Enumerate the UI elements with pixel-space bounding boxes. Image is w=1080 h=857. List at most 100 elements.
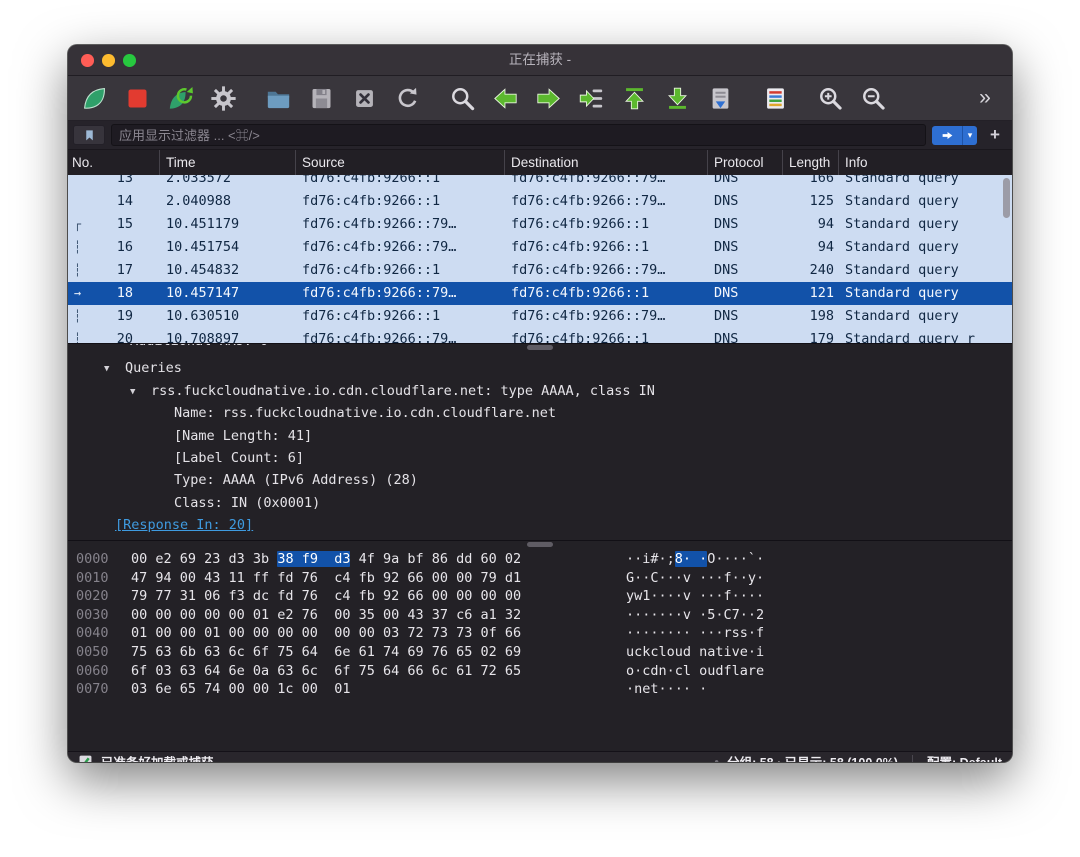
packet-row[interactable]: ┌1510.451179fd76:c4fb:9266::79…fd76:c4fb… (68, 213, 1012, 236)
packet-row[interactable]: ┆1710.454832fd76:c4fb:9266::1fd76:c4fb:9… (68, 259, 1012, 282)
packet-source-cell: fd76:c4fb:9266::1 (296, 305, 505, 328)
zoom-window-button[interactable] (123, 54, 136, 67)
expert-info-icon[interactable] (78, 754, 93, 762)
hex-row[interactable]: 001047 94 00 43 11 ff fd 76 c4 fb 92 66 … (68, 569, 1012, 588)
column-header-info[interactable]: Info (839, 150, 1012, 175)
filter-dropdown-button[interactable]: ▾ (962, 126, 977, 145)
hex-text: ··i#·; (626, 551, 675, 567)
detail-line[interactable]: ▼rss.fuckcloudnative.io.cdn.cloudflare.n… (68, 380, 1012, 402)
hex-offset: 0010 (76, 569, 131, 588)
column-header-destination[interactable]: Destination (505, 150, 708, 175)
detail-line[interactable]: Class: IN (0x0001) (68, 492, 1012, 514)
find-packet-icon (449, 85, 477, 112)
detail-text: Queries (125, 360, 182, 376)
detail-line[interactable]: Name: rss.fuckcloudnative.io.cdn.cloudfl… (68, 402, 1012, 424)
response-in-link[interactable]: [Response In: 20] (115, 517, 253, 533)
capture-options-button[interactable] (209, 83, 239, 113)
auto-scroll-button[interactable] (706, 83, 736, 113)
ascii-bytes: uckcloud native·i (626, 644, 764, 660)
packet-row[interactable]: ┆2010.708897fd76:c4fb:9266::79…fd76:c4fb… (68, 328, 1012, 343)
packet-row[interactable]: →1810.457147fd76:c4fb:9266::79…fd76:c4fb… (68, 282, 1012, 305)
hex-row[interactable]: 002079 77 31 06 f3 dc fd 76 c4 fb 92 66 … (68, 587, 1012, 606)
hex-bytes: 00 e2 69 23 d3 3b 38 f9 d3 4f 9a bf 86 d… (131, 550, 626, 569)
stop-capture-button[interactable] (123, 83, 153, 113)
detail-line[interactable]: Type: AAAA (IPv6 Address) (28) (68, 469, 1012, 491)
packet-info-cell: Standard query (839, 305, 1012, 328)
packet-info-cell: Standard query (839, 282, 1012, 305)
go-forward-button[interactable] (534, 83, 564, 113)
overflow-chevron-icon: » (971, 85, 999, 111)
reload-file-button[interactable] (393, 83, 423, 113)
hex-row[interactable]: 000000 e2 69 23 d3 3b 38 f9 d3 4f 9a bf … (68, 550, 1012, 569)
hex-row[interactable]: 003000 00 00 00 00 01 e2 76 00 35 00 43 … (68, 606, 1012, 625)
window-title: 正在捕获 - (68, 45, 1012, 75)
overflow-chevron-button[interactable]: » (970, 83, 1000, 113)
hex-text: G··C···v ···f··y· (626, 570, 764, 586)
packet-no-cell: ┆20 (68, 328, 160, 343)
detail-line[interactable]: [Name Length: 41] (68, 425, 1012, 447)
packet-destination-cell: fd76:c4fb:9266::79… (505, 305, 708, 328)
open-file-button[interactable] (264, 83, 294, 113)
related-packet-marker: → (68, 282, 87, 305)
packet-source-cell: fd76:c4fb:9266::79… (296, 282, 505, 305)
packet-protocol-cell: DNS (708, 305, 783, 328)
ascii-bytes: yw1····v ···f···· (626, 588, 764, 604)
filter-bookmark-button[interactable] (73, 125, 105, 145)
reload-file-icon (394, 85, 422, 112)
bytes-pane-splitter-handle[interactable] (527, 542, 553, 547)
close-window-button[interactable] (81, 54, 94, 67)
packet-list-splitter-handle[interactable] (527, 345, 553, 350)
packet-row[interactable]: 142.040988fd76:c4fb:9266::1fd76:c4fb:926… (68, 190, 1012, 213)
close-file-button[interactable] (350, 83, 380, 113)
find-packet-button[interactable] (448, 83, 478, 113)
hex-row[interactable]: 007003 6e 65 74 00 00 1c 00 01·net···· · (68, 680, 1012, 699)
hex-offset: 0040 (76, 624, 131, 643)
minimize-window-button[interactable] (102, 54, 115, 67)
status-ready-text: 已准备好加载或捕获 (101, 752, 214, 762)
colorize-packets-button[interactable] (761, 83, 791, 113)
column-header-time[interactable]: Time (160, 150, 296, 175)
column-header-source[interactable]: Source (296, 150, 505, 175)
display-filter-input[interactable] (111, 124, 926, 146)
hex-bytes: 03 6e 65 74 00 00 1c 00 01 (131, 680, 626, 699)
detail-line[interactable]: [Response In: 20] (68, 514, 1012, 536)
column-header-no[interactable]: No. (68, 150, 160, 175)
packet-number: 20 (87, 328, 160, 343)
hex-row[interactable]: 004001 00 00 01 00 00 00 00 00 00 03 72 … (68, 624, 1012, 643)
go-back-button[interactable] (491, 83, 521, 113)
detail-line[interactable]: [Label Count: 6] (68, 447, 1012, 469)
packet-no-cell: 13 (68, 175, 160, 190)
packet-row[interactable]: 132.033572fd76:c4fb:9266::1fd76:c4fb:926… (68, 175, 1012, 190)
hex-text: yw1····v ···f···· (626, 588, 764, 604)
start-capture-button[interactable] (80, 83, 110, 113)
go-first-packet-button[interactable] (620, 83, 650, 113)
packet-info-cell: Standard query r (839, 328, 1012, 343)
restart-capture-button[interactable] (166, 83, 196, 113)
packet-time-cell: 10.454832 (160, 259, 296, 282)
column-header-length[interactable]: Length (783, 150, 839, 175)
add-filter-button[interactable]: + (983, 125, 1007, 145)
detail-text: rss.fuckcloudnative.io.cdn.cloudflare.ne… (151, 383, 655, 399)
packet-row[interactable]: ┆1610.451754fd76:c4fb:9266::79…fd76:c4fb… (68, 236, 1012, 259)
profile-label[interactable]: 配置: Default (927, 752, 1002, 762)
expander-icon[interactable]: ▼ (104, 358, 125, 380)
packet-list-scrollbar[interactable] (1003, 178, 1010, 218)
expander-icon[interactable]: ▼ (130, 381, 151, 403)
detail-line[interactable]: ▼Queries (68, 357, 1012, 379)
apply-filter-button[interactable] (932, 126, 962, 145)
go-to-packet-button[interactable] (577, 83, 607, 113)
hex-row[interactable]: 00606f 03 63 64 6e 0a 63 6c 6f 75 64 66 … (68, 662, 1012, 681)
go-last-packet-button[interactable] (663, 83, 693, 113)
hex-row[interactable]: 005075 63 6b 63 6c 6f 75 64 6e 61 74 69 … (68, 643, 1012, 662)
title-bar[interactable]: 正在捕获 - (68, 45, 1012, 76)
column-header-protocol[interactable]: Protocol (708, 150, 783, 175)
packet-row[interactable]: ┆1910.630510fd76:c4fb:9266::1fd76:c4fb:9… (68, 305, 1012, 328)
zoom-in-button[interactable] (816, 83, 846, 113)
main-toolbar: » (68, 76, 1012, 121)
zoom-out-button[interactable] (859, 83, 889, 113)
packet-source-cell: fd76:c4fb:9266::1 (296, 259, 505, 282)
save-file-button[interactable] (307, 83, 337, 113)
hex-offset: 0070 (76, 680, 131, 699)
packet-destination-cell: fd76:c4fb:9266::1 (505, 328, 708, 343)
related-packet-marker: ┆ (68, 305, 87, 328)
